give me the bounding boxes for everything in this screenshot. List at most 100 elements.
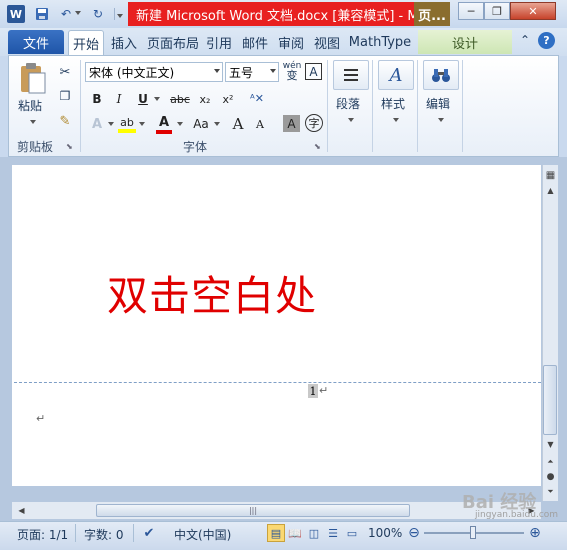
shrink-font-button[interactable]: A [250, 114, 270, 134]
draft-view-icon[interactable]: ▭ [343, 524, 361, 542]
paste-dropdown-icon[interactable] [30, 120, 36, 124]
save-icon[interactable] [34, 6, 50, 22]
highlight-dropdown-icon[interactable] [139, 122, 145, 126]
grow-font-button[interactable]: A [228, 114, 248, 134]
text-effects-icon[interactable]: A [87, 114, 107, 134]
web-layout-icon[interactable]: ◫ [305, 524, 323, 542]
redo-icon[interactable]: ↻ [90, 6, 106, 22]
ruler-toggle-icon[interactable]: ▦ [543, 168, 558, 182]
paragraph-dropdown-icon[interactable] [348, 118, 354, 122]
styles-label[interactable]: 样式 [381, 95, 405, 112]
tab-insert[interactable]: 插入 [108, 30, 140, 54]
bold-button[interactable]: B [88, 90, 106, 108]
highlight-icon[interactable]: ab [117, 114, 137, 134]
font-launcher-icon[interactable]: ⬊ [314, 142, 321, 151]
phonetic-guide-icon[interactable]: wén 变 [283, 61, 302, 82]
font-color-dropdown-icon[interactable] [177, 122, 183, 126]
enclose-chars-button[interactable]: 字 [305, 114, 323, 132]
restore-button[interactable]: ❐ [484, 2, 510, 20]
editing-label[interactable]: 编辑 [426, 95, 450, 112]
header-footer-tools-title: 页... [414, 2, 450, 26]
status-page-count[interactable]: 页面: 1/1 [17, 526, 68, 543]
status-divider [75, 524, 76, 542]
close-button[interactable]: ✕ [510, 2, 556, 20]
paste-icon[interactable] [17, 60, 49, 96]
qat-customize-icon[interactable] [114, 8, 124, 20]
copy-icon[interactable]: ❐ [57, 88, 73, 104]
word-app-icon[interactable]: W [7, 5, 25, 23]
tab-references[interactable]: 引用 [204, 30, 234, 54]
clipboard-launcher-icon[interactable]: ⬊ [66, 142, 73, 151]
horizontal-scroll-thumb[interactable]: ||| [96, 504, 410, 517]
clipboard-group-label: 剪贴板 [16, 140, 53, 154]
strikethrough-button[interactable]: abc [168, 90, 192, 108]
outline-view-icon[interactable]: ☰ [324, 524, 342, 542]
group-divider [417, 60, 418, 152]
header-footer-boundary [14, 382, 541, 383]
tab-page-layout[interactable]: 页面布局 [145, 30, 201, 54]
underline-dropdown-icon[interactable] [154, 97, 160, 101]
format-painter-icon[interactable]: ✎ [57, 113, 73, 129]
document-page[interactable] [12, 165, 541, 486]
text-effects-dropdown-icon[interactable] [108, 122, 114, 126]
styles-dropdown-icon[interactable] [393, 118, 399, 122]
scroll-down-icon[interactable]: ▼ [543, 437, 558, 451]
font-size-combo[interactable]: 五号 [225, 62, 279, 82]
tab-review[interactable]: 审阅 [276, 30, 306, 54]
baidu-watermark-url: jingyan.baidu.com [475, 510, 559, 520]
footer-page-number[interactable]: 1 [308, 384, 318, 398]
paragraph-icon[interactable] [333, 60, 369, 90]
status-language[interactable]: 中文(中国) [174, 526, 231, 543]
font-name-value: 宋体 (中文正文) [89, 65, 175, 80]
status-word-count[interactable]: 字数: 0 [84, 526, 124, 543]
group-divider [372, 60, 373, 152]
print-layout-view-icon[interactable]: ▤ [267, 524, 285, 542]
minimize-button[interactable]: ─ [458, 2, 484, 20]
footer-paragraph-mark: ↵ [319, 384, 329, 397]
superscript-button[interactable]: x² [218, 90, 238, 108]
tab-design[interactable]: 设计 [418, 30, 512, 54]
vertical-scroll-thumb[interactable] [543, 365, 557, 435]
proofing-icon[interactable]: ✔ [140, 524, 158, 542]
tab-mathtype[interactable]: MathType [348, 30, 412, 54]
group-divider [462, 60, 463, 152]
window-title: 新建 Microsoft Word 文档.docx [兼容模式] - M [128, 2, 414, 26]
zoom-in-icon[interactable]: ⊕ [526, 524, 544, 542]
next-page-icon[interactable]: ⏷ [543, 485, 558, 499]
paste-label[interactable]: 粘贴 [18, 97, 42, 114]
zoom-level[interactable]: 100% [368, 526, 402, 540]
select-browse-object-icon[interactable]: ● [543, 470, 558, 484]
paragraph-label[interactable]: 段落 [336, 95, 360, 112]
cut-icon[interactable]: ✂ [57, 64, 73, 80]
editing-binoculars-icon[interactable] [423, 60, 459, 90]
clear-formatting-icon[interactable]: ᴬ✕ [248, 89, 266, 107]
undo-icon[interactable]: ↶ [58, 6, 74, 22]
font-color-icon[interactable]: A [154, 114, 174, 134]
scroll-left-icon[interactable]: ◀ [14, 503, 29, 517]
zoom-slider-thumb[interactable] [470, 526, 476, 539]
styles-icon[interactable]: A [378, 60, 414, 90]
change-case-dropdown-icon[interactable] [214, 122, 220, 126]
char-shading-button[interactable]: A [283, 115, 300, 132]
group-divider [80, 60, 81, 152]
tab-view[interactable]: 视图 [312, 30, 342, 54]
full-screen-reading-icon[interactable]: 📖 [286, 524, 304, 542]
minimize-ribbon-icon[interactable]: ⌃ [520, 33, 530, 47]
italic-button[interactable]: I [110, 90, 128, 108]
font-name-combo[interactable]: 宋体 (中文正文) [85, 62, 223, 82]
help-icon[interactable]: ? [538, 32, 555, 49]
font-size-value: 五号 [229, 65, 254, 80]
undo-dropdown-icon[interactable] [75, 11, 81, 15]
tab-home[interactable]: 开始 [68, 30, 104, 56]
editing-dropdown-icon[interactable] [438, 118, 444, 122]
change-case-button[interactable]: Aa [189, 114, 213, 134]
scroll-up-icon[interactable]: ▲ [543, 183, 558, 197]
subscript-button[interactable]: x₂ [195, 90, 215, 108]
underline-button[interactable]: U [134, 90, 152, 108]
document-body-text[interactable]: 双击空白处 [107, 262, 317, 322]
previous-page-icon[interactable]: ⏶ [543, 455, 558, 469]
zoom-out-icon[interactable]: ⊖ [405, 524, 423, 542]
char-border-icon[interactable]: A [305, 63, 322, 80]
tab-mailings[interactable]: 邮件 [240, 30, 270, 54]
tab-file[interactable]: 文件 [8, 30, 64, 54]
